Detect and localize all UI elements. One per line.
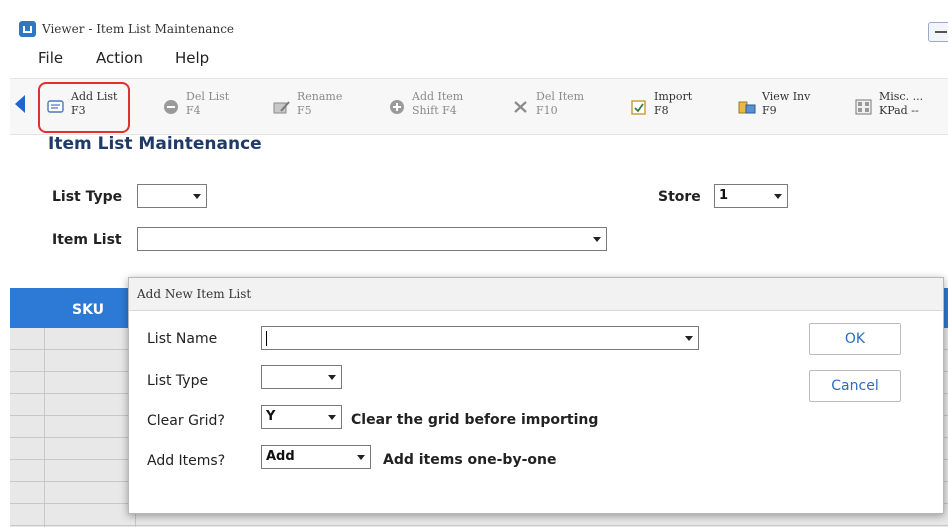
dialog-list-type-label: List Type xyxy=(147,373,209,389)
chevron-down-icon xyxy=(593,237,601,242)
import-shortcut: F8 xyxy=(654,104,669,117)
add-item-shortcut: Shift F4 xyxy=(412,104,457,117)
window-title: Viewer - Item List Maintenance xyxy=(42,22,235,36)
chevron-down-icon xyxy=(774,194,782,199)
view-inv-button[interactable]: View Inv F9 xyxy=(738,82,828,130)
import-button[interactable]: Import F8 xyxy=(630,82,710,130)
add-items-label: Add Items? xyxy=(147,453,226,469)
chevron-down-icon xyxy=(685,336,693,341)
del-list-button[interactable]: Del List F4 xyxy=(162,82,242,130)
clear-grid-select[interactable]: Y xyxy=(261,405,342,429)
plus-circle-icon xyxy=(390,100,404,114)
text-caret xyxy=(266,331,267,346)
view-inv-label: View Inv xyxy=(762,90,811,103)
rename-label: Rename xyxy=(297,90,343,103)
list-name-label: List Name xyxy=(147,331,218,347)
highlight-box xyxy=(38,82,130,133)
list-type-select[interactable] xyxy=(137,184,207,208)
scroll-left-icon[interactable] xyxy=(15,95,25,113)
chevron-down-icon xyxy=(357,455,365,460)
del-item-label: Del Item xyxy=(536,90,585,103)
chevron-down-icon xyxy=(328,375,336,380)
misc-shortcut: KPad -- xyxy=(879,104,919,117)
del-list-shortcut: F4 xyxy=(186,104,201,117)
dialog-title-bar: Add New Item List xyxy=(129,278,943,311)
grid-header-sku[interactable]: SKU xyxy=(72,302,104,318)
menu-file[interactable]: File xyxy=(38,49,63,67)
list-name-input[interactable] xyxy=(261,326,699,350)
add-item-label: Add Item xyxy=(412,90,464,103)
dialog-list-type-select[interactable] xyxy=(261,365,342,389)
add-new-item-list-dialog: Add New Item List List Name List Type Cl… xyxy=(128,277,944,514)
dialog-title: Add New Item List xyxy=(137,287,252,301)
toolbar: Add List F3 Del List F4 Rename F5 Add It… xyxy=(10,78,948,135)
chevron-down-icon xyxy=(328,415,336,420)
item-list-select[interactable] xyxy=(137,227,607,251)
del-item-shortcut: F10 xyxy=(536,104,558,117)
list-type-label: List Type xyxy=(52,189,123,205)
rename-icon xyxy=(273,101,290,114)
keypad-icon xyxy=(855,99,872,115)
rename-button[interactable]: Rename F5 xyxy=(273,82,353,130)
menu-help[interactable]: Help xyxy=(175,49,209,67)
import-icon xyxy=(631,100,646,115)
clear-grid-label: Clear Grid? xyxy=(147,413,225,429)
menu-action[interactable]: Action xyxy=(96,49,143,67)
add-items-description: Add items one-by-one xyxy=(383,452,557,468)
misc-button[interactable]: Misc. ... KPad -- xyxy=(855,82,945,130)
misc-label: Misc. ... xyxy=(879,90,924,103)
item-list-label: Item List xyxy=(52,232,122,248)
del-item-button[interactable]: Del Item F10 xyxy=(512,82,592,130)
minus-circle-icon xyxy=(164,100,178,114)
x-icon xyxy=(514,101,527,113)
add-item-button[interactable]: Add Item Shift F4 xyxy=(388,82,478,130)
add-items-value: Add xyxy=(266,449,295,464)
del-list-label: Del List xyxy=(186,90,230,103)
inventory-icon xyxy=(738,101,756,114)
import-label: Import xyxy=(654,90,693,103)
home-icon xyxy=(19,21,36,37)
clear-grid-description: Clear the grid before importing xyxy=(351,412,599,428)
store-label: Store xyxy=(658,189,701,205)
store-select[interactable]: 1 xyxy=(714,184,788,208)
store-value: 1 xyxy=(719,188,729,203)
page-title: Item List Maintenance xyxy=(48,134,262,154)
cancel-button[interactable]: Cancel xyxy=(809,370,901,402)
add-items-select[interactable]: Add xyxy=(261,445,371,469)
title-bar: Viewer - Item List Maintenance xyxy=(10,12,948,42)
rename-shortcut: F5 xyxy=(297,104,312,117)
ok-button[interactable]: OK xyxy=(809,323,901,355)
chevron-down-icon xyxy=(193,194,201,199)
view-inv-shortcut: F9 xyxy=(762,104,777,117)
clear-grid-value: Y xyxy=(266,409,276,424)
minimize-button[interactable] xyxy=(928,22,948,42)
